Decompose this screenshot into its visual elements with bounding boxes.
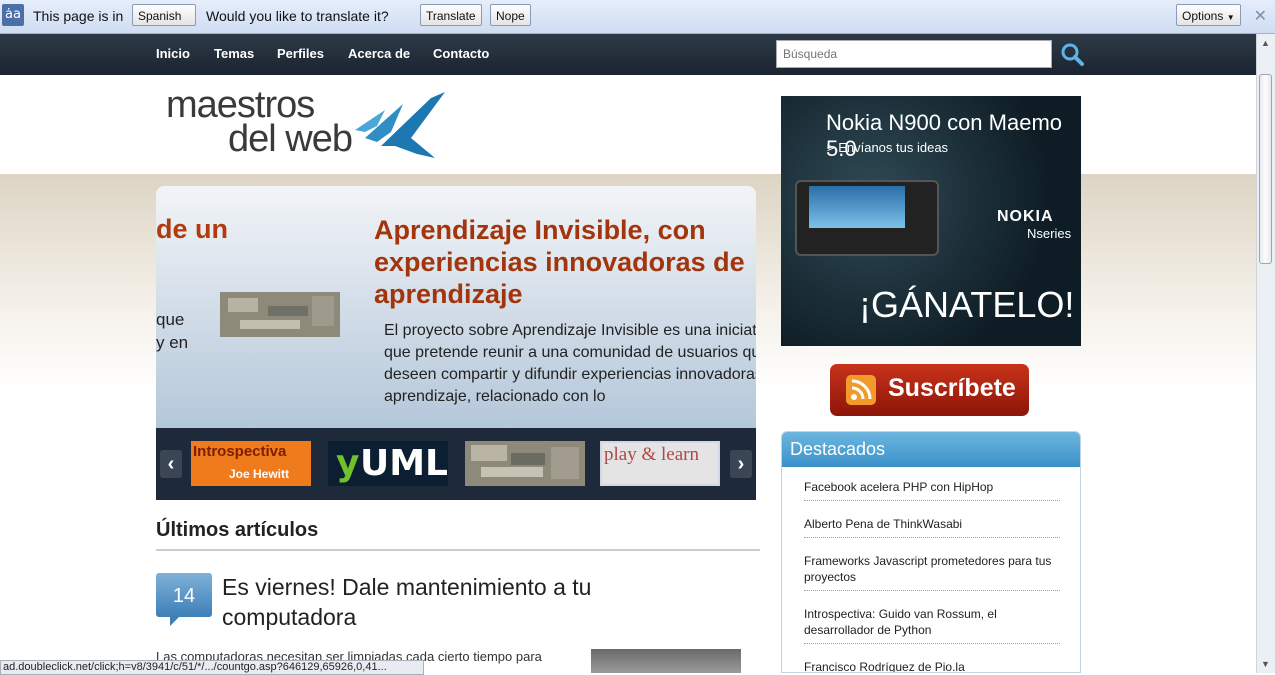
date-badge: 14 (156, 573, 212, 617)
nav-item-acerca[interactable]: Acerca de (348, 46, 410, 61)
vertical-scrollbar[interactable]: ▲ ▼ (1256, 34, 1275, 673)
search-input[interactable] (776, 40, 1052, 68)
article-image[interactable] (591, 649, 741, 673)
rss-icon (846, 375, 876, 405)
slider-thumbnails: ‹ Introspectiva Joe Hewitt y UML play & … (156, 428, 756, 500)
nope-button[interactable]: Nope (490, 4, 531, 26)
thumb-4-title: play & learn (604, 444, 699, 465)
translate-button[interactable]: Translate (420, 4, 482, 26)
featured-link[interactable]: Introspectiva: Guido van Rossum, el desa… (804, 606, 1060, 644)
scroll-down-icon[interactable]: ▼ (1261, 659, 1270, 669)
divider (156, 549, 760, 551)
translate-bar: ȧa This page is in Spanish ▼ Would you l… (0, 0, 1275, 44)
ad-cta: ¡GÁNATELO! (859, 284, 1075, 325)
slide-prev-image (220, 292, 340, 337)
featured-box: Destacados Facebook acelera PHP con HipH… (781, 431, 1081, 673)
featured-link[interactable]: Francisco Rodríguez de Pio.la (804, 659, 1060, 672)
options-button[interactable]: Options ▼ (1176, 4, 1241, 26)
slide-text: El proyecto sobre Aprendizaje Invisible … (384, 322, 756, 405)
language-select-value: Spanish (138, 9, 182, 23)
thumb-1-subtitle: Joe Hewitt (229, 467, 290, 481)
article-title[interactable]: Es viernes! Dale mantenimiento a tu comp… (222, 572, 722, 632)
thumb-1-title: Introspectiva (193, 443, 287, 460)
ad-subtitle: > Envíanos tus ideas (827, 140, 949, 155)
nav-item-perfiles[interactable]: Perfiles (277, 46, 324, 61)
slide-title[interactable]: Aprendizaje Invisible, con experiencias … (374, 214, 756, 310)
slide-prev-heading: de un (156, 214, 228, 244)
date-badge-tail (170, 617, 179, 626)
featured-slider[interactable]: de un que y en Aprendizaje Invisible, co… (156, 186, 756, 428)
ad-brand: NOKIA (997, 208, 1054, 225)
top-navigation: Inicio Temas Perfiles Acerca de Contacto (0, 34, 1257, 75)
translate-question: Would you like to translate it? (206, 8, 389, 24)
translate-prefix: This page is in (33, 8, 124, 24)
chevron-right-icon[interactable]: › (730, 450, 752, 478)
subscribe-button[interactable]: Suscríbete (830, 364, 1029, 416)
slide-prev-text-2: y en (156, 333, 189, 352)
subscribe-label: Suscríbete (888, 374, 1016, 402)
featured-link[interactable]: Facebook acelera PHP con HipHop (804, 479, 1060, 501)
latest-articles-heading: Últimos artículos (156, 519, 319, 541)
featured-link[interactable]: Frameworks Javascript prometedores para … (804, 553, 1060, 591)
thumb-introspectiva[interactable]: Introspectiva Joe Hewitt (191, 441, 311, 486)
nokia-ad-banner[interactable]: Nokia N900 con Maemo 5.0 > Envíanos tus … (781, 96, 1081, 346)
chevron-down-icon: ▼ (1226, 13, 1235, 22)
slide-prev-text-1: que (156, 310, 185, 329)
translate-icon: ȧa (2, 4, 24, 26)
phone-screen (809, 186, 905, 228)
featured-link[interactable]: Alberto Pena de ThinkWasabi (804, 516, 1060, 538)
featured-title: Destacados (782, 432, 1080, 467)
nav-item-contacto[interactable]: Contacto (433, 46, 489, 61)
language-select[interactable]: Spanish ▼ (132, 4, 196, 44)
nav-item-temas[interactable]: Temas (214, 46, 254, 61)
thumb-play-learn[interactable]: play & learn (600, 441, 720, 486)
logo-mark-icon (355, 92, 445, 158)
nav-item-inicio[interactable]: Inicio (156, 46, 190, 61)
ad-brand-line: Nseries (1027, 226, 1072, 241)
close-icon[interactable]: ✕ (1254, 6, 1267, 26)
chevron-left-icon[interactable]: ‹ (160, 450, 182, 478)
search-icon[interactable] (1060, 42, 1084, 66)
options-label: Options (1182, 9, 1224, 23)
scrollbar-thumb[interactable] (1259, 74, 1272, 264)
thumb-2-y: y (336, 443, 360, 484)
logo-line2[interactable]: del web (228, 118, 353, 161)
thumb-yuml[interactable]: y UML (328, 441, 448, 486)
thumb-aerial-map[interactable] (465, 441, 585, 486)
thumb-2-uml: UML (360, 443, 448, 484)
scroll-up-icon[interactable]: ▲ (1261, 38, 1270, 48)
